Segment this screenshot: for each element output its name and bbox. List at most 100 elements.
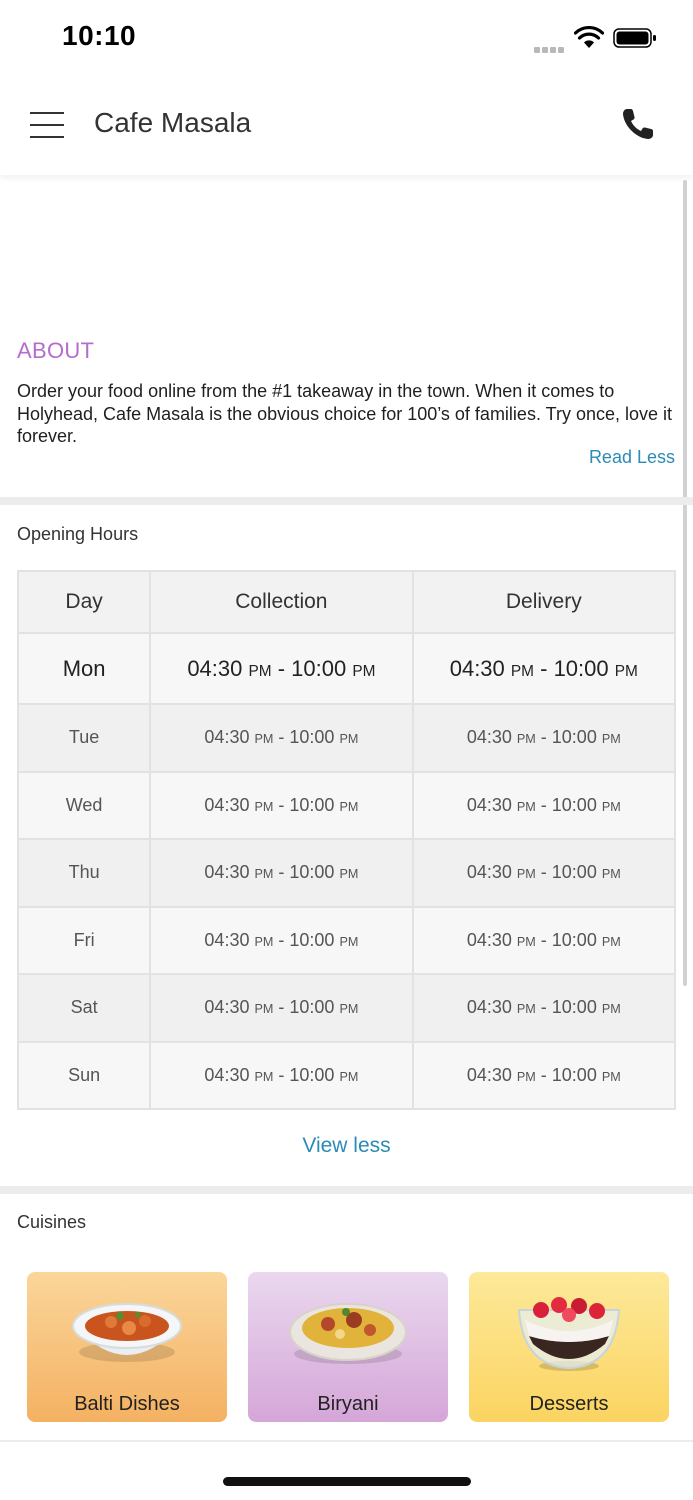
ampm-label: PM: [339, 934, 359, 949]
time-value: 04:30: [204, 862, 250, 883]
table-row: Mon 04:30 PM - 10:00 PM 04:30 PM - 10:00 P…: [16, 632, 677, 705]
ampm-label: PM: [516, 1002, 536, 1017]
cellular-signal-icon: [534, 40, 566, 53]
time-value: 04:30: [204, 1064, 250, 1085]
curry-bowl-icon: [72, 1303, 182, 1362]
about-heading: ABOUT: [17, 338, 95, 363]
column-header-delivery: Delivery: [411, 570, 677, 634]
time-value: 04:30: [466, 997, 512, 1018]
ampm-label: PM: [510, 662, 534, 680]
ampm-label: PM: [254, 867, 274, 882]
delivery-hours-cell: 04:30 PM - 10:00 PM: [411, 838, 677, 908]
column-header-day: Day: [16, 570, 152, 634]
ampm-label: PM: [601, 934, 621, 949]
ampm-label: PM: [601, 1002, 621, 1017]
ampm-label: PM: [352, 662, 376, 680]
day-cell: Tue: [16, 703, 152, 773]
ampm-label: PM: [601, 799, 621, 814]
ampm-label: PM: [516, 799, 536, 814]
day-cell: Sun: [16, 1040, 152, 1110]
opening-hours-title: Opening Hours: [17, 524, 139, 544]
time-separator: -: [535, 862, 552, 883]
time-separator: -: [535, 727, 552, 748]
ampm-label: PM: [601, 1069, 621, 1084]
time-value: 04:30: [466, 727, 512, 748]
column-header-collection: Collection: [149, 570, 414, 634]
delivery-hours-cell: 04:30 PM - 10:00 PM: [411, 1040, 677, 1110]
ampm-label: PM: [339, 1069, 359, 1084]
time-separator: -: [273, 794, 290, 815]
day-cell: Sat: [16, 973, 152, 1043]
ampm-label: PM: [614, 662, 638, 680]
table-row: Tue 04:30 PM - 10:00 PM 04:30 PM - 10:00 P…: [16, 703, 677, 773]
view-less-link[interactable]: View less: [0, 1134, 693, 1158]
time-value: 10:00: [551, 929, 597, 950]
section-divider: [0, 497, 693, 505]
day-cell: Thu: [16, 838, 152, 908]
opening-hours-table: Day Collection Delivery Mon 04:30 PM - 10…: [16, 570, 677, 1110]
home-indicator[interactable]: [223, 1477, 471, 1486]
battery-icon: [613, 28, 656, 48]
time-value: 04:30: [466, 794, 512, 815]
collection-hours-cell: 04:30 PM - 10:00 PM: [149, 770, 414, 840]
app-header: Cafe Masala: [0, 80, 693, 175]
collection-hours-cell: 04:30 PM - 10:00 PM: [149, 1040, 414, 1110]
about-description: Order your food online from the #1 takea…: [17, 381, 672, 446]
table-header-row: Day Collection Delivery: [16, 570, 677, 634]
dessert-cup-icon: [517, 1297, 621, 1371]
cuisine-card-desserts[interactable]: Desserts: [469, 1272, 669, 1422]
table-row: Wed 04:30 PM - 10:00 PM 04:30 PM - 10:00 P…: [16, 770, 677, 840]
time-separator: -: [535, 794, 552, 815]
ampm-label: PM: [339, 799, 359, 814]
ampm-label: PM: [254, 732, 274, 747]
ampm-label: PM: [516, 1069, 536, 1084]
time-value: 10:00: [291, 655, 347, 681]
ampm-label: PM: [254, 1002, 274, 1017]
ampm-label: PM: [601, 867, 621, 882]
table-row: Sun 04:30 PM - 10:00 PM 04:30 PM - 10:00 P…: [16, 1040, 677, 1110]
time-value: 10:00: [289, 862, 335, 883]
time-value: 04:30: [204, 727, 250, 748]
time-value: 04:30: [187, 655, 243, 681]
ampm-label: PM: [248, 662, 272, 680]
time-separator: -: [273, 862, 290, 883]
time-separator: -: [273, 929, 290, 950]
time-value: 10:00: [289, 1064, 335, 1085]
wifi-icon: [574, 26, 604, 48]
section-divider: [0, 1440, 693, 1442]
time-value: 10:00: [289, 997, 335, 1018]
collection-hours-cell: 04:30 PM - 10:00 PM: [149, 632, 414, 705]
time-separator: -: [534, 655, 554, 681]
ampm-label: PM: [339, 867, 359, 882]
ampm-label: PM: [516, 934, 536, 949]
time-value: 10:00: [553, 655, 609, 681]
collection-hours-cell: 04:30 PM - 10:00 PM: [149, 905, 414, 975]
table-row: Thu 04:30 PM - 10:00 PM 04:30 PM - 10:00 P…: [16, 838, 677, 908]
time-value: 10:00: [289, 727, 335, 748]
ampm-label: PM: [516, 732, 536, 747]
table-row: Sat 04:30 PM - 10:00 PM 04:30 PM - 10:00 P…: [16, 973, 677, 1043]
delivery-hours-cell: 04:30 PM - 10:00 PM: [411, 770, 677, 840]
table-row: Fri 04:30 PM - 10:00 PM 04:30 PM - 10:00 P…: [16, 905, 677, 975]
status-bar: 10:10: [0, 0, 693, 80]
hamburger-menu-icon[interactable]: [30, 112, 64, 138]
read-less-link[interactable]: Read Less: [589, 447, 675, 468]
ampm-label: PM: [254, 934, 274, 949]
collection-hours-cell: 04:30 PM - 10:00 PM: [149, 838, 414, 908]
cuisine-label: Balti Dishes: [74, 1393, 180, 1415]
phone-icon[interactable]: [620, 106, 656, 142]
status-time: 10:10: [62, 20, 137, 51]
cuisine-card-balti-dishes[interactable]: Balti Dishes: [27, 1272, 227, 1422]
cuisine-card-biryani[interactable]: Biryani: [248, 1272, 448, 1422]
cuisine-label: Biryani: [317, 1393, 379, 1415]
delivery-hours-cell: 04:30 PM - 10:00 PM: [411, 632, 677, 705]
time-value: 10:00: [289, 929, 335, 950]
time-value: 10:00: [551, 1064, 597, 1085]
biryani-plate-icon: [289, 1303, 407, 1364]
time-value: 04:30: [466, 929, 512, 950]
delivery-hours-cell: 04:30 PM - 10:00 PM: [411, 905, 677, 975]
time-value: 10:00: [551, 794, 597, 815]
time-separator: -: [535, 929, 552, 950]
ampm-label: PM: [516, 867, 536, 882]
collection-hours-cell: 04:30 PM - 10:00 PM: [149, 973, 414, 1043]
